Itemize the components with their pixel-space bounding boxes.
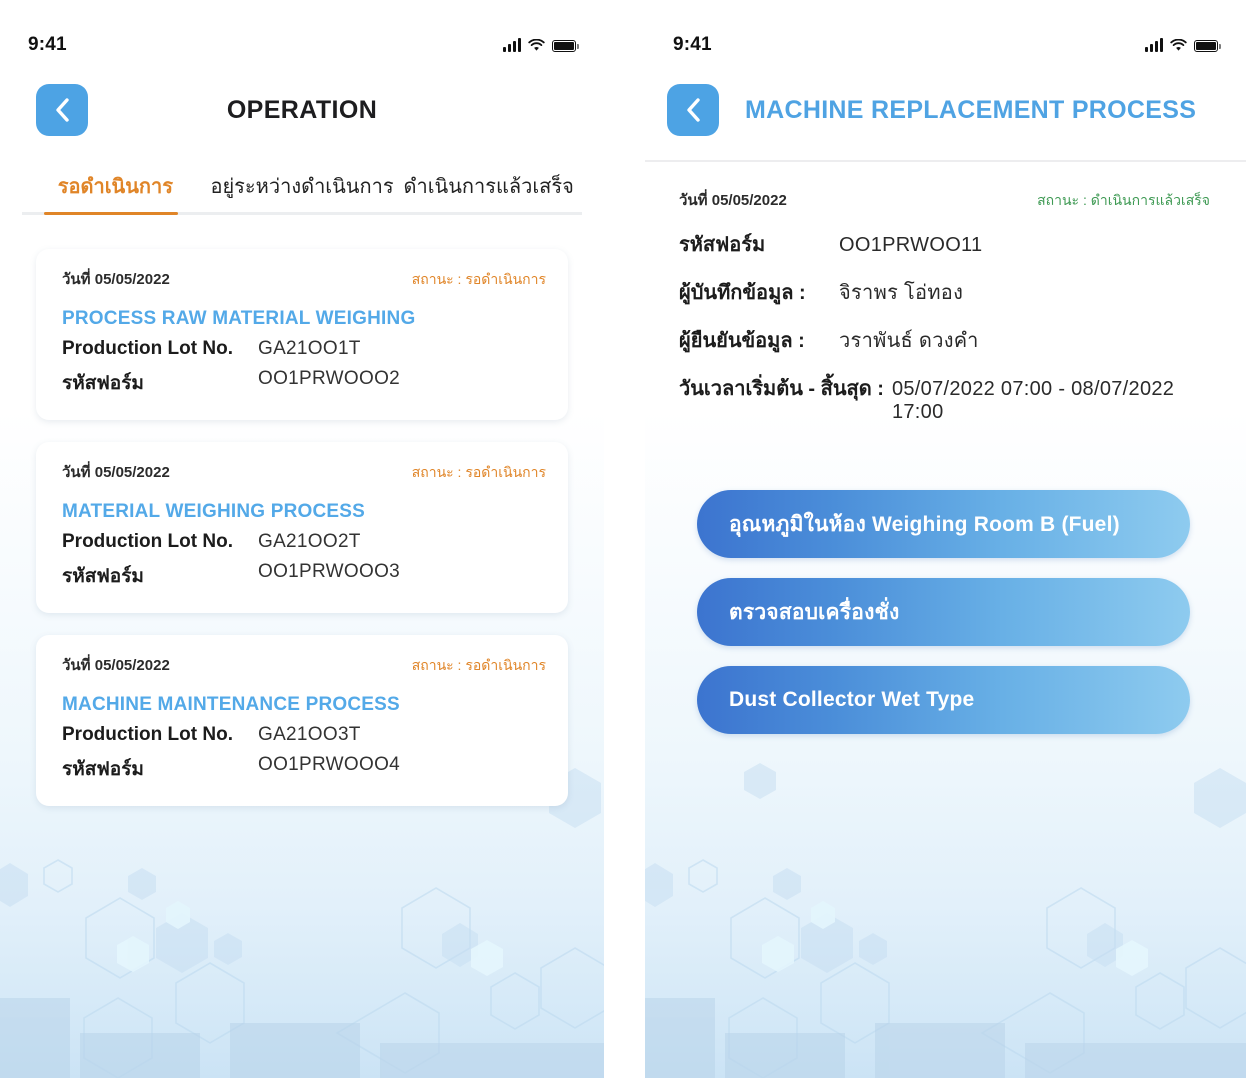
tab-in-progress[interactable]: อยู่ระหว่างดำเนินการ xyxy=(209,170,396,215)
lot-label: Production Lot No. xyxy=(62,724,233,745)
wifi-icon xyxy=(528,38,545,52)
status-icons xyxy=(503,38,579,52)
detail-row-approver: ผู้ยืนยันข้อมูล : วราพันธ์ ดวงคำ xyxy=(679,324,1210,356)
detail-value: วราพันธ์ ดวงคำ xyxy=(839,330,979,352)
card-title: PROCESS RAW MATERIAL WEIGHING xyxy=(62,308,416,329)
active-tab-indicator xyxy=(44,212,178,215)
card-title: MATERIAL WEIGHING PROCESS xyxy=(62,501,366,522)
form-detail-section: วันที่ 05/05/2022 สถานะ : ดำเนินการแล้วเ… xyxy=(679,188,1210,424)
card-header: วันที่ 05/05/2022 สถานะ : รอดำเนินการ xyxy=(62,267,546,291)
card-title: MACHINE MAINTENANCE PROCESS xyxy=(62,694,400,715)
card-row-lot: Production Lot No. GA21OO1T xyxy=(62,338,546,360)
lot-value: GA21OO3T xyxy=(258,724,361,745)
status-time: 9:41 xyxy=(673,34,712,55)
card-date: วันที่ 05/05/2022 xyxy=(62,657,170,674)
battery-icon xyxy=(1194,40,1221,52)
status-bar: 9:41 xyxy=(645,0,1246,62)
lot-value: GA21OO1T xyxy=(258,338,361,359)
navigation-bar: OPERATION xyxy=(0,62,604,136)
card-date: วันที่ 05/05/2022 xyxy=(62,464,170,481)
operation-card[interactable]: วันที่ 05/05/2022 สถานะ : รอดำเนินการ MA… xyxy=(36,442,568,613)
card-row-lot: Production Lot No. GA21OO2T xyxy=(62,531,546,553)
tab-pending[interactable]: รอดำเนินการ xyxy=(22,170,209,215)
detail-header: วันที่ 05/05/2022 สถานะ : ดำเนินการแล้วเ… xyxy=(679,188,1210,212)
right-phone-screen: 9:41 MACHINE REPLACEMENT PROCESS วันที่ … xyxy=(645,0,1246,1078)
status-badge: สถานะ : รอดำเนินการ xyxy=(411,464,546,480)
wifi-icon xyxy=(1170,38,1187,52)
back-button[interactable] xyxy=(36,84,88,136)
status-time: 9:41 xyxy=(28,34,67,55)
detail-value: OO1PRWOO11 xyxy=(839,234,983,256)
lot-label: Production Lot No. xyxy=(62,531,233,552)
dual-phone-screenshot: 9:41 OPERATION รอดำเนินการ อยู่ระหว่างดำ… xyxy=(0,0,1246,1078)
action-button-scale-check[interactable]: ตรวจสอบเครื่องชั่ง xyxy=(697,578,1190,646)
card-date: วันที่ 05/05/2022 xyxy=(62,271,170,288)
detail-row-recorder: ผู้บันทึกข้อมูล : จิราพร โอ่ทอง xyxy=(679,276,1210,308)
detail-date: วันที่ 05/05/2022 xyxy=(679,192,787,209)
signal-bars-icon xyxy=(503,38,521,52)
status-badge: สถานะ : รอดำเนินการ xyxy=(411,657,546,673)
status-icons xyxy=(1145,38,1221,52)
action-button-list: อุณหภูมิในห้อง Weighing Room B (Fuel) ตร… xyxy=(697,490,1190,734)
page-title: OPERATION xyxy=(226,95,378,124)
header-divider xyxy=(645,160,1246,162)
detail-row-form-code: รหัสฟอร์ม OO1PRWOO11 xyxy=(679,228,1210,260)
action-button-temperature-weighing-room[interactable]: อุณหภูมิในห้อง Weighing Room B (Fuel) xyxy=(697,490,1190,558)
tab-bar: รอดำเนินการ อยู่ระหว่างดำเนินการ ดำเนินก… xyxy=(22,170,582,215)
card-header: วันที่ 05/05/2022 สถานะ : รอดำเนินการ xyxy=(62,653,546,677)
form-value: OO1PRWOOO2 xyxy=(258,368,401,389)
operation-card[interactable]: วันที่ 05/05/2022 สถานะ : รอดำเนินการ MA… xyxy=(36,635,568,806)
battery-icon xyxy=(552,40,579,52)
form-value: OO1PRWOOO3 xyxy=(258,561,401,582)
chevron-left-icon xyxy=(684,96,702,124)
card-row-form: รหัสฟอร์ม OO1PRWOOO3 xyxy=(62,561,546,591)
form-label: รหัสฟอร์ม xyxy=(62,373,144,394)
operation-card-list: วันที่ 05/05/2022 สถานะ : รอดำเนินการ PR… xyxy=(36,249,568,806)
signal-bars-icon xyxy=(1145,38,1163,52)
status-badge: สถานะ : รอดำเนินการ xyxy=(411,271,546,287)
detail-label: ผู้บันทึกข้อมูล : xyxy=(679,282,806,304)
lot-label: Production Lot No. xyxy=(62,338,233,359)
action-button-dust-collector[interactable]: Dust Collector Wet Type xyxy=(697,666,1190,734)
page-title: MACHINE REPLACEMENT PROCESS xyxy=(745,95,1197,124)
tab-completed[interactable]: ดำเนินการแล้วเสร็จ xyxy=(395,170,582,215)
lot-value: GA21OO2T xyxy=(258,531,361,552)
navigation-bar: MACHINE REPLACEMENT PROCESS xyxy=(645,62,1246,136)
status-badge: สถานะ : ดำเนินการแล้วเสร็จ xyxy=(1037,192,1210,208)
detail-value: จิราพร โอ่ทอง xyxy=(839,282,964,304)
detail-row-period: วันเวลาเริ่มต้น - สิ้นสุด : 05/07/2022 0… xyxy=(679,372,1210,424)
detail-label: รหัสฟอร์ม xyxy=(679,234,766,256)
status-bar: 9:41 xyxy=(0,0,604,62)
form-label: รหัสฟอร์ม xyxy=(62,759,144,780)
operation-card[interactable]: วันที่ 05/05/2022 สถานะ : รอดำเนินการ PR… xyxy=(36,249,568,420)
period-label: วันเวลาเริ่มต้น - สิ้นสุด : xyxy=(679,378,884,400)
card-row-form: รหัสฟอร์ม OO1PRWOOO2 xyxy=(62,368,546,398)
card-row-lot: Production Lot No. GA21OO3T xyxy=(62,724,546,746)
left-phone-screen: 9:41 OPERATION รอดำเนินการ อยู่ระหว่างดำ… xyxy=(0,0,604,1078)
chevron-left-icon xyxy=(53,96,71,124)
form-label: รหัสฟอร์ม xyxy=(62,566,144,587)
form-value: OO1PRWOOO4 xyxy=(258,754,401,775)
back-button[interactable] xyxy=(667,84,719,136)
card-header: วันที่ 05/05/2022 สถานะ : รอดำเนินการ xyxy=(62,460,546,484)
detail-label: ผู้ยืนยันข้อมูล : xyxy=(679,330,805,352)
panel-separator xyxy=(604,0,645,1078)
period-value: 05/07/2022 07:00 - 08/07/2022 17:00 xyxy=(891,378,1175,423)
card-row-form: รหัสฟอร์ม OO1PRWOOO4 xyxy=(62,754,546,784)
